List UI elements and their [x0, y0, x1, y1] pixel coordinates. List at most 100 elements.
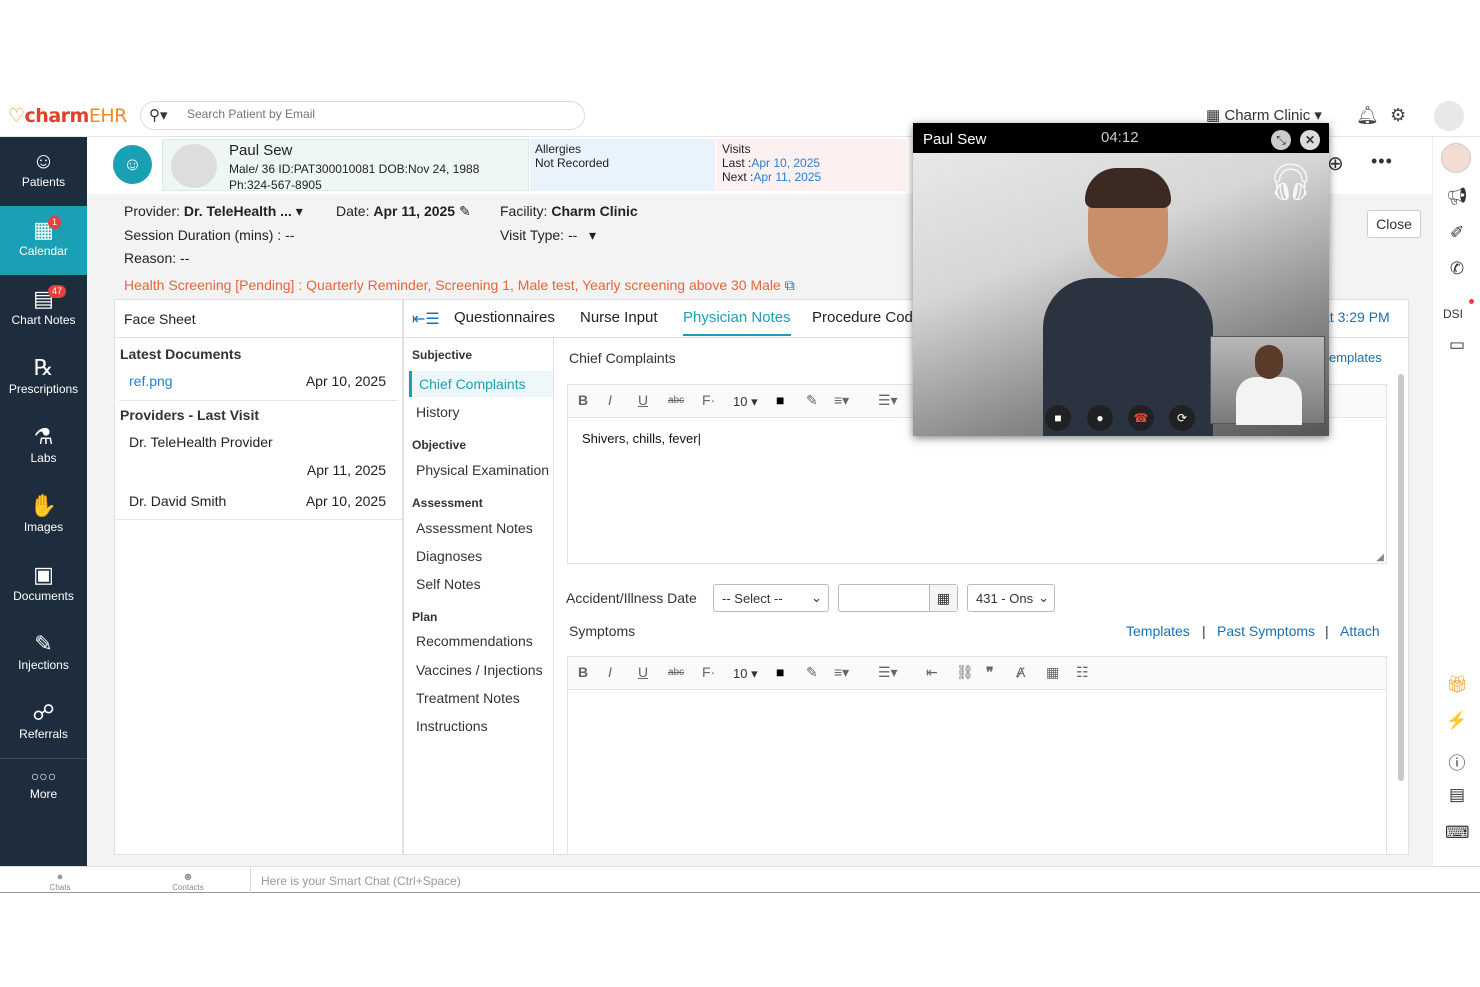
self-view-video[interactable] [1210, 336, 1325, 425]
sidebar-item-referrals[interactable]: ☍ Referrals [0, 689, 87, 758]
face-sheet-title[interactable]: Face Sheet [115, 300, 402, 338]
date-field[interactable]: Date: Apr 11, 2025 ✎ [336, 203, 471, 220]
font-family-icon[interactable]: F· [702, 664, 715, 680]
italic-icon[interactable]: I [608, 664, 612, 680]
phone-icon[interactable]: ✆ [1445, 259, 1469, 279]
add-circle-icon[interactable]: ⊕ [1327, 151, 1344, 176]
sidebar-item-images[interactable]: ✋ Images [0, 482, 87, 551]
resize-handle-icon[interactable]: ◢ [1376, 552, 1384, 563]
help-icon[interactable]: ⓘ [1445, 749, 1469, 774]
more-options-icon[interactable]: ••• [1371, 151, 1393, 172]
sidebar-item-prescriptions[interactable]: ℞ Prescriptions [0, 344, 87, 413]
section-item-treatment-notes[interactable]: Treatment Notes [416, 690, 520, 706]
user-avatar[interactable] [1434, 101, 1464, 131]
bold-icon[interactable]: B [578, 664, 588, 680]
templates-link[interactable]: Templates [1126, 623, 1190, 639]
align-icon[interactable]: ≡▾ [834, 664, 849, 681]
screen-share-icon[interactable]: ⟳ [1169, 405, 1195, 431]
templates-link-fragment[interactable]: emplates [1329, 350, 1382, 365]
pencil-icon[interactable]: ✎ [459, 203, 471, 219]
symptoms-editor[interactable]: B I U abc F· 10 ▾ ■ ✎ ≡▾ ☰▾ ⇤ ⛓ ❞ Ⱥ ▦ ☷ [567, 656, 1387, 854]
keyboard-icon[interactable]: ⌨ [1445, 823, 1470, 843]
close-button[interactable]: Close [1367, 210, 1421, 238]
italic-icon[interactable]: I [608, 392, 612, 408]
patient-menu-icon[interactable]: ☺ [113, 145, 152, 184]
card-icon[interactable]: ▭ [1445, 335, 1469, 355]
collapse-arrow-icon[interactable]: ⇤☰ [412, 309, 440, 329]
list-icon[interactable]: ☰▾ [878, 392, 898, 409]
provider-field[interactable]: Provider: Dr. TeleHealth ... ▾ [124, 203, 303, 220]
quote-icon[interactable]: ❞ [986, 664, 994, 681]
patient-name[interactable]: Paul Sew [229, 142, 292, 159]
clear-format-icon[interactable]: Ⱥ [1016, 664, 1025, 680]
patient-search[interactable]: ⚲▾ [140, 101, 585, 130]
chats-button[interactable]: ● Chats [40, 871, 80, 892]
sidebar-item-labs[interactable]: ⚗ Labs [0, 413, 87, 482]
section-item-instructions[interactable]: Instructions [416, 718, 488, 734]
text-color-icon[interactable]: ■ [776, 664, 784, 680]
sidebar-item-calendar[interactable]: ▦ 1 Calendar [0, 206, 87, 275]
strikethrough-icon[interactable]: abc [668, 667, 684, 678]
notes-edit-icon[interactable]: ✐ [1445, 223, 1469, 243]
assistant-avatar[interactable] [1441, 143, 1471, 173]
visit-type-field[interactable]: Visit Type: -- ▾ [500, 227, 596, 244]
section-item-chief-complaints[interactable]: Chief Complaints [409, 371, 553, 397]
list-icon[interactable]: ☰▾ [878, 664, 898, 681]
accident-select[interactable]: -- Select -- ⌄ [713, 584, 829, 612]
announcement-icon[interactable]: 📢︎ [1445, 187, 1469, 207]
layout-icon[interactable]: ▤ [1445, 785, 1469, 805]
table-icon[interactable]: ▦ [1046, 664, 1059, 681]
align-icon[interactable]: ≡▾ [834, 392, 849, 409]
visits-box[interactable]: Visits Last :Apr 10, 2025 Next :Apr 11, … [716, 139, 906, 191]
text-color-icon[interactable]: ■ [776, 392, 784, 408]
close-icon[interactable]: ✕ [1300, 130, 1320, 150]
strikethrough-icon[interactable]: abc [668, 395, 684, 406]
section-item-history[interactable]: History [416, 404, 460, 420]
smart-chat-input[interactable]: Here is your Smart Chat (Ctrl+Space) [250, 867, 1480, 893]
microphone-icon[interactable]: ● [1087, 405, 1113, 431]
onset-select[interactable]: 431 - Ons ⌄ [967, 584, 1055, 612]
section-item-physical-examination[interactable]: Physical Examination [416, 462, 549, 478]
line-spacing-icon[interactable]: ☷ [1076, 664, 1089, 681]
next-visit-link[interactable]: Apr 11, 2025 [753, 170, 821, 184]
vertical-scrollbar[interactable] [1398, 374, 1404, 781]
font-size-select[interactable]: 10 ▾ [733, 394, 758, 410]
plug-icon[interactable]: ⚡ [1445, 711, 1469, 731]
tab-nurse-input[interactable]: Nurse Input [580, 309, 658, 326]
video-call-window[interactable]: Paul Sew 04:12 ⤡ ✕ 🎧︎ ■ ● ☎ ⟳ [913, 123, 1329, 436]
list-item[interactable]: ref.png Apr 10, 2025 [115, 368, 402, 396]
search-input[interactable] [187, 107, 567, 121]
sidebar-item-injections[interactable]: ✎ Injections [0, 620, 87, 689]
gift-icon[interactable]: 🎁︎ [1445, 675, 1469, 695]
contacts-button[interactable]: ☻ Contacts [168, 871, 208, 892]
session-duration-field[interactable]: Session Duration (mins) : -- [124, 227, 294, 243]
minimize-icon[interactable]: ⤡ [1271, 130, 1291, 150]
document-link[interactable]: ref.png [129, 373, 173, 389]
highlight-icon[interactable]: ✎ [806, 664, 818, 681]
tab-questionnaires[interactable]: Questionnaires [454, 309, 555, 326]
gear-icon[interactable]: ⚙ [1390, 105, 1406, 126]
section-item-assessment-notes[interactable]: Assessment Notes [416, 520, 533, 536]
charm-logo[interactable]: ♡charmEHR [8, 105, 127, 127]
external-link-icon[interactable]: ⧉ [785, 277, 795, 293]
bell-icon[interactable]: 🔔︎ [1356, 105, 1379, 126]
end-call-icon[interactable]: ☎ [1128, 405, 1154, 431]
allergies-box[interactable]: Allergies Not Recorded [530, 139, 715, 191]
search-icon[interactable]: ⚲▾ [149, 106, 168, 124]
section-item-recommendations[interactable]: Recommendations [416, 633, 533, 649]
clinic-selector[interactable]: ▦ Charm Clinic ▾ [1206, 106, 1322, 124]
dsi-label[interactable]: DSI [1443, 307, 1463, 321]
sidebar-item-documents[interactable]: ▣ Documents [0, 551, 87, 620]
font-size-select[interactable]: 10 ▾ [733, 666, 758, 682]
tab-physician-notes[interactable]: Physician Notes [683, 309, 791, 336]
past-symptoms-link[interactable]: Past Symptoms [1217, 623, 1315, 639]
section-item-vaccines-injections[interactable]: Vaccines / Injections [416, 662, 543, 678]
highlight-icon[interactable]: ✎ [806, 392, 818, 409]
sidebar-item-patients[interactable]: ☺ Patients [0, 137, 87, 206]
attach-link[interactable]: Attach [1340, 623, 1380, 639]
health-screening[interactable]: Health Screening [Pending] : Quarterly R… [124, 277, 795, 294]
camera-icon[interactable]: ■ [1045, 405, 1071, 431]
accident-date-input[interactable]: ▦ [838, 584, 958, 612]
underline-icon[interactable]: U [638, 392, 648, 408]
bold-icon[interactable]: B [578, 392, 588, 408]
